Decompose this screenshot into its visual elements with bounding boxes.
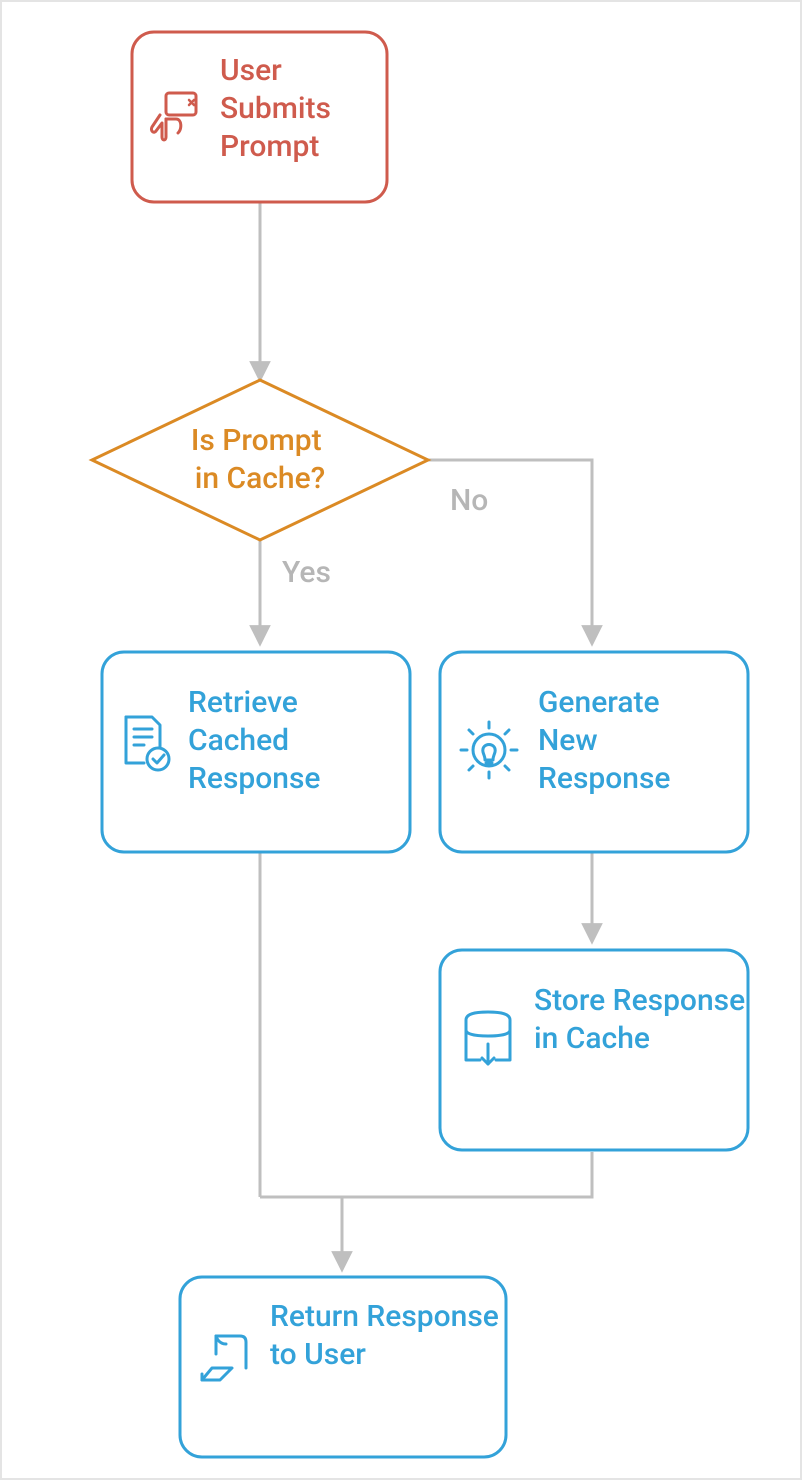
node-decision: Is Prompt in Cache? [92, 380, 428, 540]
node-submit: User Submits Prompt [132, 32, 387, 202]
flowchart-diagram: { "diagram": { "type": "flowchart", "dir… [0, 0, 802, 1480]
edge-label-no: No [450, 483, 488, 518]
edge-label-yes: Yes [282, 555, 331, 590]
edge-store-merge [260, 1152, 592, 1197]
node-retrieve: Retrieve Cached Response [102, 652, 410, 852]
node-store: Store Response in Cache [440, 950, 753, 1150]
node-return: Return Response to User [180, 1277, 506, 1457]
node-generate: Generate New Response [440, 652, 748, 852]
